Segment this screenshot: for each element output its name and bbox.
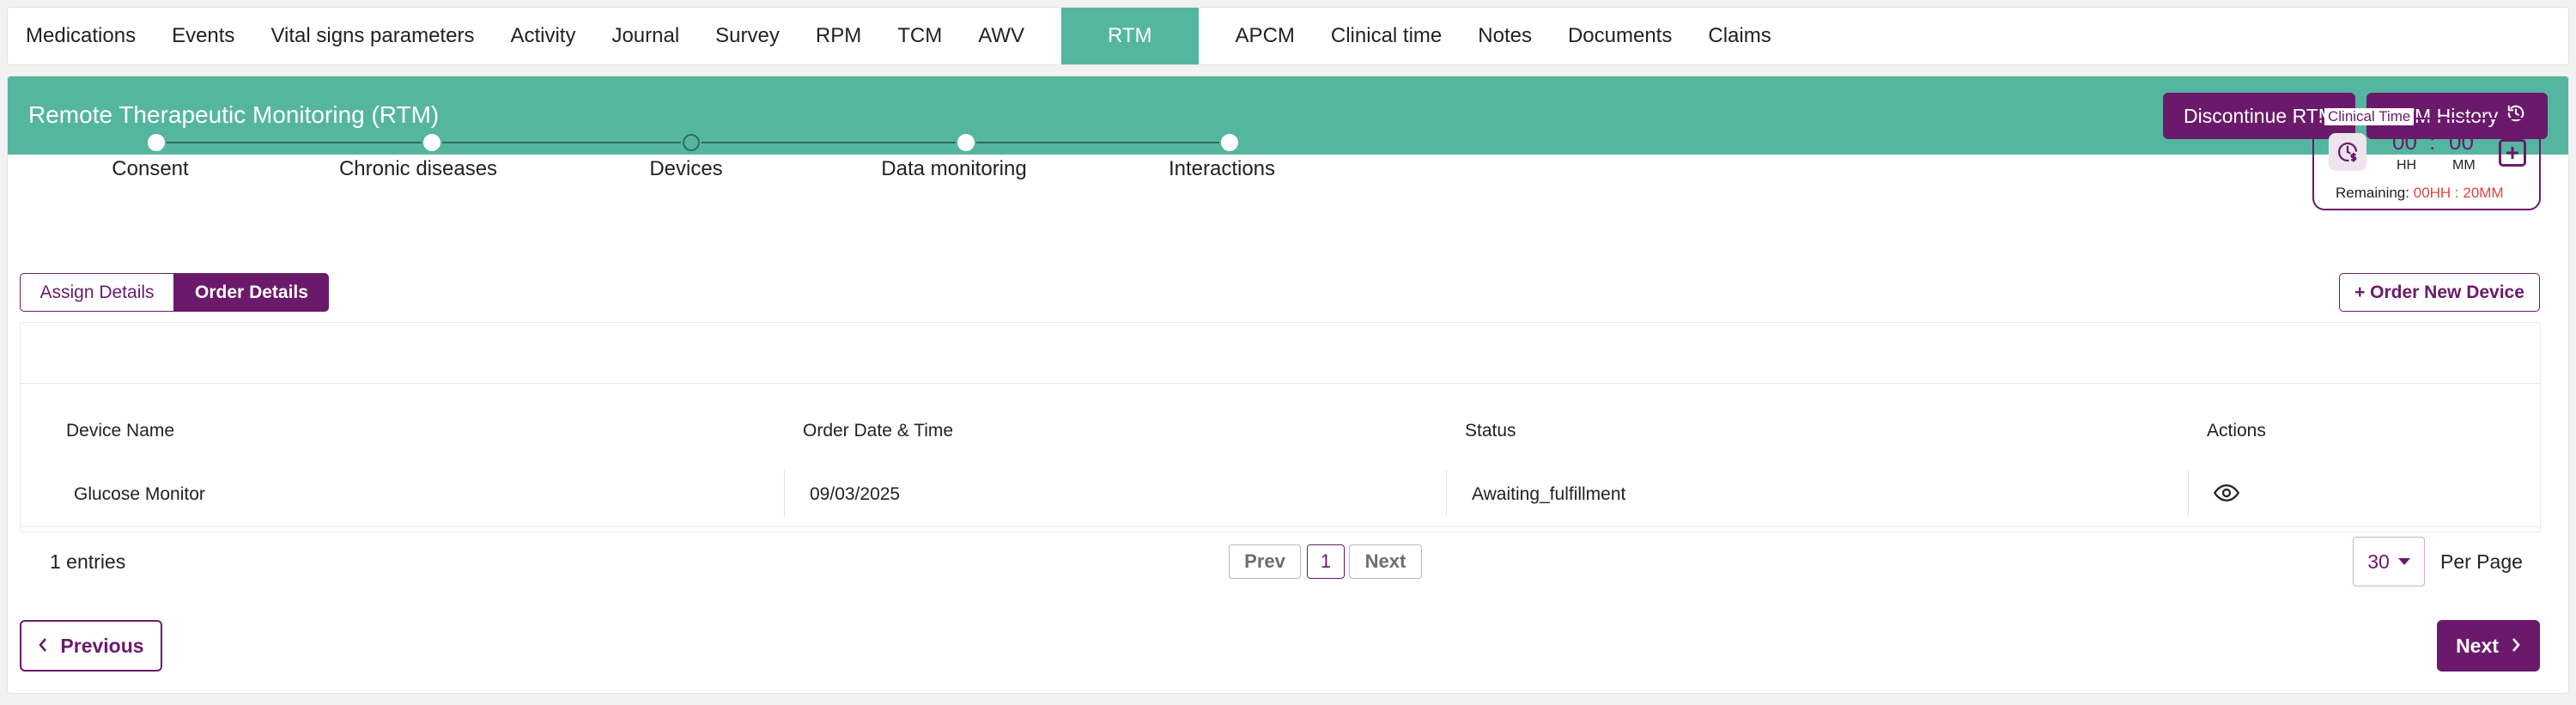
column-divider — [784, 470, 785, 517]
step-dot-data-monitoring[interactable] — [956, 132, 976, 153]
cell-order-date: 09/03/2025 — [810, 484, 901, 504]
per-page-select[interactable]: 30 — [2353, 537, 2425, 586]
column-divider — [1446, 470, 1447, 517]
nav-tab-medications[interactable]: Medications — [8, 8, 154, 64]
previous-label: Previous — [60, 634, 144, 657]
clinical-time-minutes: 00 — [2449, 129, 2474, 155]
hours-unit-label: HH — [2397, 158, 2417, 173]
per-page-value: 30 — [2367, 550, 2390, 573]
step-dot-chronic-diseases[interactable] — [422, 132, 442, 153]
chevron-left-icon — [38, 635, 48, 658]
clock-dollar-icon[interactable] — [2329, 133, 2366, 171]
per-page-label: Per Page — [2440, 550, 2523, 573]
cell-status: Awaiting_fulfillment — [1472, 484, 1626, 504]
nav-tab-awv[interactable]: AWV — [960, 8, 1042, 64]
add-time-button[interactable] — [2499, 139, 2526, 167]
pagination-page-1[interactable]: 1 — [1307, 544, 1345, 579]
pagination-next-button[interactable]: Next — [1349, 544, 1422, 579]
step-dot-devices[interactable] — [681, 132, 702, 153]
clinical-time-separator: : — [2429, 129, 2436, 155]
step-dot-consent[interactable] — [146, 132, 167, 153]
remaining-label: Remaining: — [2336, 185, 2409, 201]
nav-tab-rtm[interactable]: RTM — [1060, 8, 1199, 64]
column-divider — [2188, 470, 2189, 517]
column-header-status: Status — [1465, 421, 1516, 441]
page-title: Remote Therapeutic Monitoring (RTM) — [28, 101, 440, 128]
table-header-row — [20, 322, 2541, 384]
step-dot-interactions[interactable] — [1219, 132, 1240, 153]
nav-tab-clinical-time[interactable]: Clinical time — [1313, 8, 1460, 64]
nav-tab-activity[interactable]: Activity — [492, 8, 593, 64]
nav-tab-notes[interactable]: Notes — [1460, 8, 1550, 64]
row-divider — [20, 526, 2541, 527]
order-new-device-button[interactable]: + Order New Device — [2339, 273, 2540, 312]
clinical-time-remaining: Remaining: 00HH : 20MM — [2336, 185, 2504, 202]
nav-tab-tcm[interactable]: TCM — [879, 8, 960, 64]
nav-tab-journal[interactable]: Journal — [593, 8, 697, 64]
nav-tab-apcm[interactable]: APCM — [1218, 8, 1313, 64]
remaining-value: 00HH : 20MM — [2413, 185, 2504, 201]
column-header-device-name: Device Name — [66, 421, 175, 441]
cell-device-name: Glucose Monitor — [74, 484, 205, 504]
nav-tab-vital-signs-parameters[interactable]: Vital signs parameters — [252, 8, 492, 64]
next-button[interactable]: Next — [2437, 620, 2540, 672]
nav-tab-claims[interactable]: Claims — [1690, 8, 1789, 64]
tab-assign-details[interactable]: Assign Details — [20, 273, 174, 312]
step-label-data-monitoring: Data monitoring — [881, 157, 1027, 180]
view-eye-icon[interactable] — [2212, 478, 2241, 507]
nav-tab-events[interactable]: Events — [154, 8, 252, 64]
column-header-actions: Actions — [2207, 421, 2266, 441]
step-label-devices: Devices — [649, 157, 723, 180]
step-label-chronic-diseases: Chronic diseases — [338, 157, 498, 180]
previous-button[interactable]: Previous — [20, 620, 162, 672]
minutes-unit-label: MM — [2452, 158, 2476, 173]
nav-tab-documents[interactable]: Documents — [1550, 8, 1690, 64]
entries-count: 1 entries — [50, 550, 126, 573]
top-nav: Medications Events Vital signs parameter… — [7, 7, 2569, 65]
next-label: Next — [2456, 634, 2499, 657]
caret-down-icon — [2397, 558, 2410, 565]
pagination-prev-button[interactable]: Prev — [1229, 544, 1301, 579]
step-label-interactions: Interactions — [1168, 157, 1276, 180]
tab-order-details[interactable]: Order Details — [174, 273, 329, 312]
column-header-order-date: Order Date & Time — [803, 421, 954, 441]
chevron-right-icon — [2511, 635, 2521, 658]
nav-tab-rpm[interactable]: RPM — [798, 8, 879, 64]
nav-tab-survey[interactable]: Survey — [697, 8, 798, 64]
step-label-consent: Consent — [112, 157, 189, 180]
clinical-time-legend: Clinical Time — [2324, 108, 2415, 125]
clinical-time-hours: 00 — [2392, 129, 2417, 155]
plus-icon — [2506, 147, 2518, 159]
